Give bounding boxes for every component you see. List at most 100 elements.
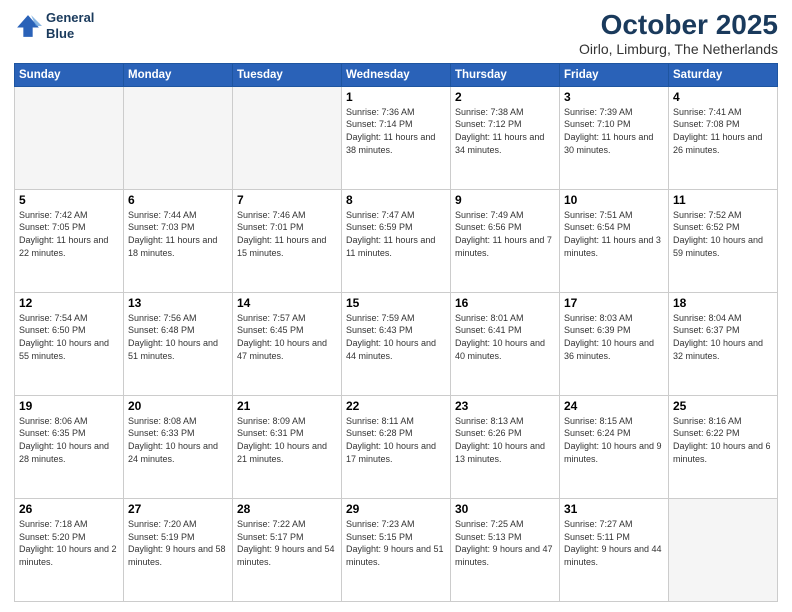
calendar-cell <box>669 498 778 601</box>
day-number: 11 <box>673 193 773 207</box>
day-info: Sunrise: 7:36 AM Sunset: 7:14 PM Dayligh… <box>346 106 446 156</box>
calendar-cell: 18Sunrise: 8:04 AM Sunset: 6:37 PM Dayli… <box>669 292 778 395</box>
calendar-cell <box>233 86 342 189</box>
day-info: Sunrise: 8:11 AM Sunset: 6:28 PM Dayligh… <box>346 415 446 465</box>
calendar-cell: 23 Sunrise: 8:13 AM Sunset: 6:26 PM Dayli… <box>451 395 560 498</box>
calendar-cell <box>124 86 233 189</box>
calendar-cell: 6 Sunrise: 7:44 AM Sunset: 7:03 PM Daylig… <box>124 189 233 292</box>
day-info: Sunrise: 8:08 AM Sunset: 6:33 PM Dayligh… <box>128 415 228 465</box>
calendar-cell: 5Sunrise: 7:42 AM Sunset: 7:05 PM Daylig… <box>15 189 124 292</box>
calendar-cell: 28 Sunrise: 7:22 AM Sunset: 5:17 PM Dayli… <box>233 498 342 601</box>
day-number: 29 <box>346 502 446 516</box>
day-number: 17 <box>564 296 664 310</box>
day-info: Sunrise: 7:47 AM Sunset: 6:59 PM Dayligh… <box>346 209 446 259</box>
logo-icon <box>14 12 42 40</box>
day-number: 21 <box>237 399 337 413</box>
day-info: Sunrise: 8:01 AM Sunset: 6:41 PM Dayligh… <box>455 312 555 362</box>
day-info: Sunrise: 7:51 AM Sunset: 6:54 PM Dayligh… <box>564 209 664 259</box>
calendar-cell: 24Sunrise: 8:15 AM Sunset: 6:24 PM Dayli… <box>560 395 669 498</box>
calendar-cell: 22 Sunrise: 8:11 AM Sunset: 6:28 PM Dayli… <box>342 395 451 498</box>
header-saturday: Saturday <box>669 63 778 86</box>
day-number: 9 <box>455 193 555 207</box>
day-number: 7 <box>237 193 337 207</box>
weekday-header-row: Sunday Monday Tuesday Wednesday Thursday… <box>15 63 778 86</box>
day-number: 19 <box>19 399 119 413</box>
calendar-cell: 9 Sunrise: 7:49 AM Sunset: 6:56 PM Daylig… <box>451 189 560 292</box>
day-info: Sunrise: 8:16 AM Sunset: 6:22 PM Dayligh… <box>673 415 773 465</box>
day-info: Sunrise: 8:06 AM Sunset: 6:35 PM Dayligh… <box>19 415 119 465</box>
day-number: 14 <box>237 296 337 310</box>
day-number: 13 <box>128 296 228 310</box>
day-number: 27 <box>128 502 228 516</box>
calendar-cell: 31Sunrise: 7:27 AM Sunset: 5:11 PM Dayli… <box>560 498 669 601</box>
calendar-week-row: 26Sunrise: 7:18 AM Sunset: 5:20 PM Dayli… <box>15 498 778 601</box>
day-info: Sunrise: 7:56 AM Sunset: 6:48 PM Dayligh… <box>128 312 228 362</box>
day-info: Sunrise: 8:03 AM Sunset: 6:39 PM Dayligh… <box>564 312 664 362</box>
logo: General Blue <box>14 10 94 41</box>
calendar-cell: 7 Sunrise: 7:46 AM Sunset: 7:01 PM Daylig… <box>233 189 342 292</box>
page: General Blue October 2025 Oirlo, Limburg… <box>0 0 792 612</box>
calendar-table: Sunday Monday Tuesday Wednesday Thursday… <box>14 63 778 602</box>
calendar-week-row: 19 Sunrise: 8:06 AM Sunset: 6:35 PM Dayli… <box>15 395 778 498</box>
day-info: Sunrise: 7:39 AM Sunset: 7:10 PM Dayligh… <box>564 106 664 156</box>
logo-line2: Blue <box>46 26 94 42</box>
header-thursday: Thursday <box>451 63 560 86</box>
calendar-week-row: 1Sunrise: 7:36 AM Sunset: 7:14 PM Daylig… <box>15 86 778 189</box>
calendar-cell: 17 Sunrise: 8:03 AM Sunset: 6:39 PM Dayli… <box>560 292 669 395</box>
day-number: 16 <box>455 296 555 310</box>
day-info: Sunrise: 7:54 AM Sunset: 6:50 PM Dayligh… <box>19 312 119 362</box>
header-monday: Monday <box>124 63 233 86</box>
calendar-cell: 25Sunrise: 8:16 AM Sunset: 6:22 PM Dayli… <box>669 395 778 498</box>
calendar-cell: 3 Sunrise: 7:39 AM Sunset: 7:10 PM Daylig… <box>560 86 669 189</box>
day-number: 20 <box>128 399 228 413</box>
calendar-week-row: 5Sunrise: 7:42 AM Sunset: 7:05 PM Daylig… <box>15 189 778 292</box>
calendar-week-row: 12Sunrise: 7:54 AM Sunset: 6:50 PM Dayli… <box>15 292 778 395</box>
day-number: 2 <box>455 90 555 104</box>
day-info: Sunrise: 7:49 AM Sunset: 6:56 PM Dayligh… <box>455 209 555 259</box>
day-info: Sunrise: 7:44 AM Sunset: 7:03 PM Dayligh… <box>128 209 228 259</box>
day-number: 18 <box>673 296 773 310</box>
header-wednesday: Wednesday <box>342 63 451 86</box>
title-block: October 2025 Oirlo, Limburg, The Netherl… <box>579 10 778 57</box>
day-info: Sunrise: 7:46 AM Sunset: 7:01 PM Dayligh… <box>237 209 337 259</box>
day-number: 23 <box>455 399 555 413</box>
calendar-cell: 11 Sunrise: 7:52 AM Sunset: 6:52 PM Dayli… <box>669 189 778 292</box>
day-number: 3 <box>564 90 664 104</box>
header-tuesday: Tuesday <box>233 63 342 86</box>
day-info: Sunrise: 7:42 AM Sunset: 7:05 PM Dayligh… <box>19 209 119 259</box>
header: General Blue October 2025 Oirlo, Limburg… <box>14 10 778 57</box>
day-info: Sunrise: 7:25 AM Sunset: 5:13 PM Dayligh… <box>455 518 555 568</box>
day-info: Sunrise: 7:22 AM Sunset: 5:17 PM Dayligh… <box>237 518 337 568</box>
day-info: Sunrise: 7:20 AM Sunset: 5:19 PM Dayligh… <box>128 518 228 568</box>
logo-line1: General <box>46 10 94 26</box>
day-number: 6 <box>128 193 228 207</box>
calendar-cell: 8Sunrise: 7:47 AM Sunset: 6:59 PM Daylig… <box>342 189 451 292</box>
day-info: Sunrise: 7:59 AM Sunset: 6:43 PM Dayligh… <box>346 312 446 362</box>
day-info: Sunrise: 8:15 AM Sunset: 6:24 PM Dayligh… <box>564 415 664 465</box>
day-info: Sunrise: 7:57 AM Sunset: 6:45 PM Dayligh… <box>237 312 337 362</box>
calendar-cell: 14 Sunrise: 7:57 AM Sunset: 6:45 PM Dayli… <box>233 292 342 395</box>
day-info: Sunrise: 7:23 AM Sunset: 5:15 PM Dayligh… <box>346 518 446 568</box>
calendar-body: 1Sunrise: 7:36 AM Sunset: 7:14 PM Daylig… <box>15 86 778 601</box>
day-number: 10 <box>564 193 664 207</box>
header-sunday: Sunday <box>15 63 124 86</box>
day-number: 22 <box>346 399 446 413</box>
day-number: 4 <box>673 90 773 104</box>
calendar-cell: 20 Sunrise: 8:08 AM Sunset: 6:33 PM Dayli… <box>124 395 233 498</box>
day-info: Sunrise: 7:38 AM Sunset: 7:12 PM Dayligh… <box>455 106 555 156</box>
logo-text: General Blue <box>46 10 94 41</box>
calendar-cell: 21 Sunrise: 8:09 AM Sunset: 6:31 PM Dayli… <box>233 395 342 498</box>
day-number: 28 <box>237 502 337 516</box>
calendar-cell <box>15 86 124 189</box>
calendar-cell: 15Sunrise: 7:59 AM Sunset: 6:43 PM Dayli… <box>342 292 451 395</box>
day-info: Sunrise: 7:18 AM Sunset: 5:20 PM Dayligh… <box>19 518 119 568</box>
calendar-cell: 30Sunrise: 7:25 AM Sunset: 5:13 PM Dayli… <box>451 498 560 601</box>
day-info: Sunrise: 8:13 AM Sunset: 6:26 PM Dayligh… <box>455 415 555 465</box>
day-info: Sunrise: 8:09 AM Sunset: 6:31 PM Dayligh… <box>237 415 337 465</box>
day-info: Sunrise: 7:52 AM Sunset: 6:52 PM Dayligh… <box>673 209 773 259</box>
calendar-cell: 4Sunrise: 7:41 AM Sunset: 7:08 PM Daylig… <box>669 86 778 189</box>
calendar-cell: 26Sunrise: 7:18 AM Sunset: 5:20 PM Dayli… <box>15 498 124 601</box>
calendar-cell: 27 Sunrise: 7:20 AM Sunset: 5:19 PM Dayli… <box>124 498 233 601</box>
calendar-cell: 13 Sunrise: 7:56 AM Sunset: 6:48 PM Dayli… <box>124 292 233 395</box>
day-info: Sunrise: 7:27 AM Sunset: 5:11 PM Dayligh… <box>564 518 664 568</box>
